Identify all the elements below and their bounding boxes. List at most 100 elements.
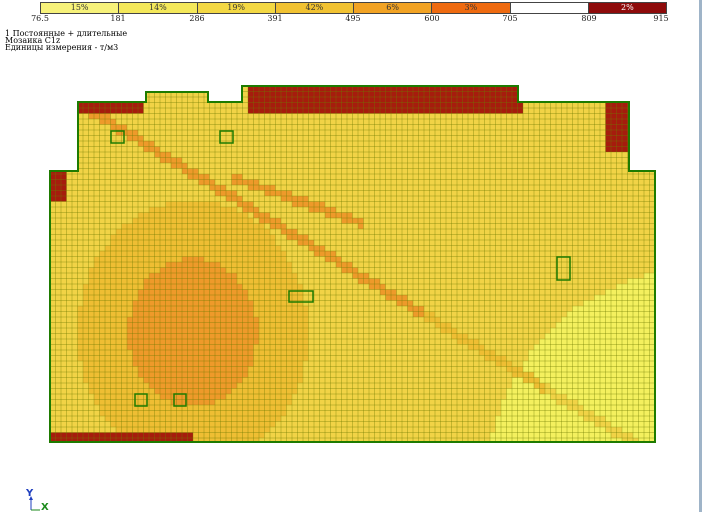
mosaic-cell: [578, 207, 584, 213]
mosaic-cell: [600, 207, 606, 213]
mosaic-cell: [220, 86, 227, 92]
mosaic-cell: [303, 229, 309, 235]
mosaic-cell: [253, 135, 260, 142]
mosaic-cell: [462, 284, 469, 290]
mosaic-cell: [633, 141, 639, 147]
mosaic-cell: [209, 190, 216, 197]
mosaic-cell: [407, 163, 414, 169]
mosaic-cell: [528, 306, 535, 312]
mosaic-cell: [611, 185, 617, 191]
mosaic-cell: [622, 317, 628, 323]
mosaic-cell: [462, 163, 469, 169]
mosaic-cell: [248, 185, 254, 191]
mosaic-cell: [407, 179, 414, 186]
mosaic-cell: [545, 174, 551, 180]
mosaic-cell: [611, 234, 617, 241]
mosaic-cell: [440, 284, 447, 290]
mosaic-cell: [94, 328, 100, 334]
mosaic-cell: [545, 86, 551, 92]
mosaic-cell: [105, 234, 111, 241]
mosaic-cell: [110, 185, 117, 191]
mosaic-cell: [237, 289, 243, 296]
mosaic-cell: [292, 146, 298, 153]
mosaic-cell: [523, 135, 529, 142]
mosaic-cell: [374, 152, 381, 158]
mosaic-cell: [325, 97, 331, 103]
mosaic-cell: [127, 289, 133, 296]
mosaic-cell: [347, 185, 353, 191]
mosaic-cell: [336, 262, 342, 268]
mosaic-cell: [215, 223, 221, 230]
mosaic-cell: [308, 179, 315, 186]
mosaic-cell: [77, 185, 84, 191]
mosaic-cell: [534, 207, 540, 213]
mosaic-cell: [501, 190, 507, 197]
mosaic-cell: [539, 218, 546, 224]
mosaic-cell: [297, 267, 304, 274]
mosaic-cell: [567, 86, 573, 92]
mosaic-cell: [204, 262, 210, 268]
mosaic-cell: [633, 234, 639, 241]
mosaic-cell: [198, 179, 205, 186]
mosaic-cell: [572, 207, 579, 213]
mosaic-cell: [391, 201, 397, 208]
mosaic-cell: [594, 267, 601, 274]
mosaic-cell: [611, 174, 617, 180]
mosaic-cell: [462, 124, 469, 131]
mosaic-cell: [176, 113, 183, 120]
mosaic-cell: [495, 212, 502, 219]
mosaic-plate-plan[interactable]: [0, 0, 702, 512]
mosaic-cell: [110, 256, 117, 263]
mosaic-cell: [633, 179, 639, 186]
mosaic-cell: [402, 245, 408, 252]
mosaic-cell: [352, 234, 359, 241]
mosaic-cell: [429, 273, 436, 279]
mosaic-cell: [468, 289, 474, 296]
mosaic-cell: [374, 130, 381, 136]
mosaic-cell: [506, 229, 513, 235]
mosaic-cell: [275, 267, 282, 274]
mosaic-cell: [523, 201, 529, 208]
mosaic-cell: [528, 108, 535, 114]
mosaic-cell: [539, 300, 546, 307]
mosaic-cell: [127, 174, 133, 180]
mosaic-cell: [341, 289, 348, 296]
mosaic-cell: [479, 207, 485, 213]
mosaic-cell: [600, 174, 606, 180]
mosaic-cell: [297, 196, 304, 202]
mosaic-cell: [297, 295, 304, 301]
mosaic-cell: [314, 201, 320, 208]
mosaic-cell: [583, 234, 590, 241]
mosaic-cell: [457, 218, 463, 224]
mosaic-cell: [275, 91, 282, 98]
mosaic-cell: [160, 163, 166, 169]
mosaic-cell: [440, 124, 447, 131]
mosaic-cell: [358, 289, 364, 296]
mosaic-cell: [446, 135, 452, 142]
mosaic-cell: [94, 168, 100, 175]
mosaic-cell: [396, 267, 403, 274]
mosaic-cell: [418, 300, 425, 307]
mosaic-cell: [512, 223, 518, 230]
mosaic-cell: [429, 201, 436, 208]
mosaic-cell: [594, 229, 601, 235]
mosaic-cell: [374, 295, 381, 301]
mosaic-cell: [325, 130, 331, 136]
mosaic-cell: [110, 152, 117, 158]
mosaic-cell: [110, 201, 117, 208]
mosaic-cell: [341, 256, 348, 263]
mosaic-cell: [215, 91, 221, 98]
mosaic-cell: [55, 97, 62, 103]
mosaic-cell: [523, 278, 529, 285]
mosaic-cell: [209, 284, 216, 290]
mosaic-cell: [314, 322, 320, 329]
mosaic-cell: [220, 108, 227, 114]
mosaic-cell: [264, 179, 271, 186]
mosaic-cell: [528, 119, 535, 125]
mosaic-cell: [281, 91, 287, 98]
mosaic-cell: [622, 108, 628, 114]
mosaic-cell: [303, 223, 309, 230]
mosaic-cell: [457, 201, 463, 208]
mosaic-cell: [391, 218, 397, 224]
mosaic-cell: [528, 223, 535, 230]
